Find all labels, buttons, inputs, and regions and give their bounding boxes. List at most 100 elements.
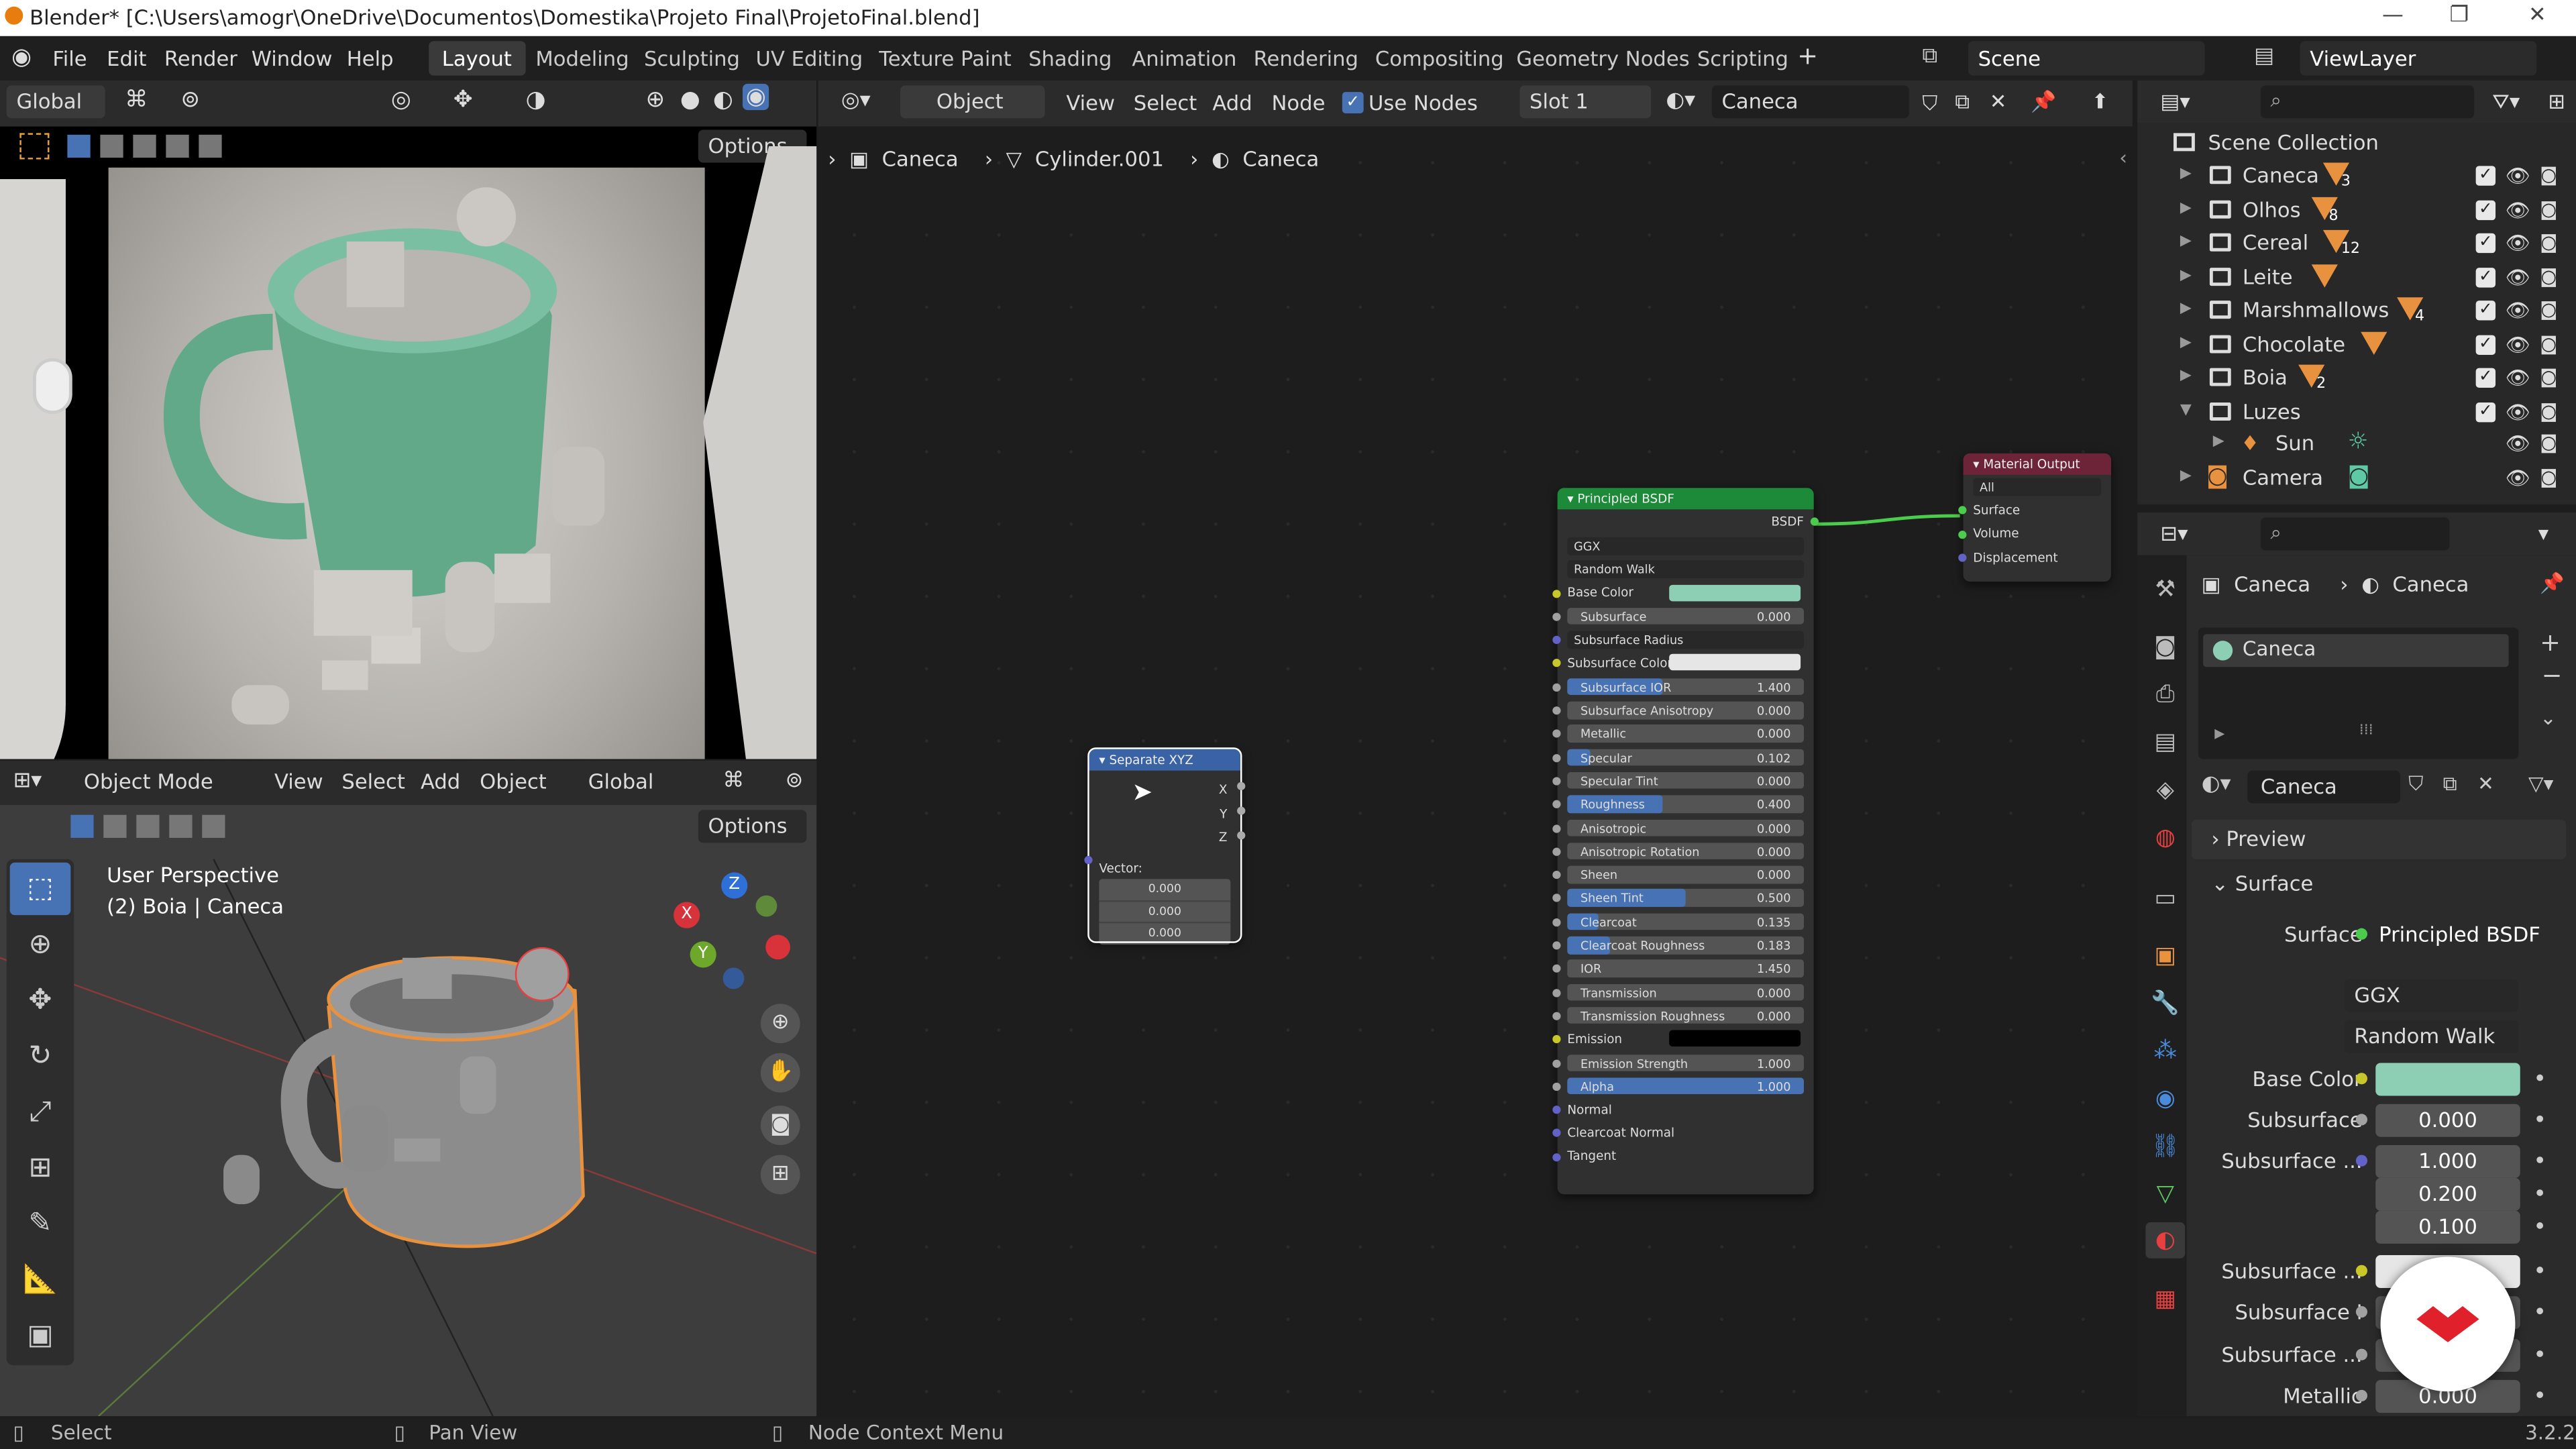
duplicate-material-icon[interactable]: ⧉ [2443, 772, 2457, 797]
editor-type-icon[interactable]: ◎▾ [841, 89, 871, 113]
expand-icon[interactable]: ▶ [2180, 166, 2192, 182]
overlay-icon[interactable]: ◑ [526, 87, 546, 113]
duplicate-material-icon[interactable]: ⧉ [1955, 89, 1970, 115]
socket-input[interactable] [1552, 706, 1561, 715]
value-slider[interactable]: Sheen Tint 0.500 [1567, 890, 1805, 907]
output-tab-icon[interactable]: ⎙ [2145, 677, 2185, 713]
render-viewport[interactable]: Global ⌘ ⊚ ◎ ✥ ◑ ⊕ ● ◐ ◉ Options [0, 80, 817, 759]
value-slider[interactable]: IOR 1.450 [1567, 960, 1805, 977]
base-color-swatch[interactable] [1669, 584, 1801, 601]
material-output-node[interactable]: ▾ Material Output All Surface Volume Dis… [1958, 453, 2111, 582]
visibility-eye-icon[interactable]: 👁 [2506, 432, 2530, 455]
outliner-row-boia[interactable]: ▶ Boia 2 ✓ 👁 ◙ [2137, 362, 2576, 395]
annotate-tool-icon[interactable]: ✎ [10, 1197, 71, 1250]
particles-tab-icon[interactable]: ⁂ [2145, 1033, 2185, 1069]
tab-rendering[interactable]: Rendering [1240, 41, 1372, 75]
properties-options-icon[interactable]: ▾ [2538, 521, 2548, 545]
physics-tab-icon[interactable]: ◉ [2145, 1081, 2185, 1117]
select-mode-subtract-icon[interactable] [133, 134, 156, 158]
select-box-tool-icon[interactable] [19, 133, 50, 160]
tab-uv-editing[interactable]: UV Editing [743, 41, 876, 75]
expand-icon[interactable]: ▶ [2213, 434, 2224, 450]
socket-input[interactable] [1552, 730, 1561, 739]
gizmo-neg-z[interactable] [722, 967, 745, 989]
socket-input[interactable] [1552, 988, 1561, 997]
value-slider[interactable]: Transmission 0.000 [1567, 983, 1805, 1001]
vector-x-field[interactable]: 0.000 [1099, 879, 1230, 900]
socket-input[interactable] [1552, 612, 1561, 621]
gizmo-z-axis[interactable]: Z [721, 872, 748, 899]
drag-handle-icon[interactable]: ⁞⁞⁞ [2359, 723, 2373, 739]
value-slider[interactable]: Subsurface IOR 1.400 [1567, 678, 1805, 696]
gizmo-neg-y[interactable] [755, 895, 777, 917]
minimize-icon[interactable]: — [2382, 3, 2404, 28]
exclude-checkbox[interactable]: ✓ [2475, 301, 2496, 321]
unlink-material-icon[interactable]: ✕ [1990, 89, 2007, 113]
select-mode-new-icon[interactable] [67, 134, 91, 158]
pin-icon[interactable]: 📌 [2540, 572, 2565, 594]
visibility-eye-icon[interactable]: 👁 [2506, 333, 2530, 356]
viewport-3d[interactable]: ⊞▾ Object Mode View Select Add Object Gl… [0, 760, 817, 1417]
socket-input[interactable] [1552, 683, 1561, 692]
socket-input[interactable] [1552, 847, 1561, 856]
socket-vector[interactable] [1084, 855, 1093, 865]
separate-xyz-node[interactable]: ▾ Separate XYZ X Y Z Vector: 0.000 0.000… [1084, 747, 1246, 945]
pan-hand-icon[interactable]: ✋ [760, 1053, 800, 1093]
proportional-icon[interactable]: ⊚ [180, 87, 200, 113]
value-slider[interactable]: Alpha 1.000 [1567, 1077, 1805, 1095]
exclude-checkbox[interactable]: ✓ [2475, 166, 2496, 186]
socket-input[interactable] [1552, 800, 1561, 809]
scale-tool-icon[interactable]: ⤢ [10, 1086, 71, 1138]
blender-menu-icon[interactable]: ◉ [11, 44, 32, 70]
render-camera-icon[interactable]: ◙ [2540, 400, 2557, 421]
expand-icon[interactable]: ▶ [2180, 334, 2192, 350]
socket-normal[interactable] [1552, 1106, 1561, 1114]
material-name-field[interactable]: Caneca [1711, 85, 1909, 119]
keyframe-dot-icon[interactable] [2536, 1189, 2544, 1196]
tab-animation[interactable]: Animation [1119, 41, 1250, 75]
expand-icon[interactable]: ▶ [2180, 200, 2192, 216]
material-datablock-field[interactable]: Caneca [2247, 770, 2400, 804]
world-tab-icon[interactable]: ◍ [2145, 820, 2185, 856]
principled-bsdf-header[interactable]: ▾ Principled BSDF [1557, 488, 1814, 510]
outliner-row-caneca[interactable]: ▶ Caneca 3 ✓ 👁 ◙ [2137, 160, 2576, 193]
outliner-row-luzes[interactable]: ▼ Luzes ✓ 👁 ◙ [2137, 395, 2576, 429]
socket-input[interactable] [1552, 918, 1561, 926]
render-camera-icon[interactable]: ◙ [2540, 198, 2557, 219]
value-slider[interactable]: Specular Tint 0.000 [1567, 771, 1805, 790]
emission-swatch[interactable] [1669, 1030, 1801, 1047]
visibility-eye-icon[interactable]: 👁 [2506, 231, 2530, 254]
tab-texture-paint[interactable]: Texture Paint [866, 41, 1025, 75]
socket-input[interactable] [1552, 1059, 1561, 1067]
value-slider[interactable]: Specular 0.102 [1567, 748, 1805, 766]
shading-material-icon[interactable]: ◐ [713, 87, 733, 113]
surface-shader-value[interactable]: Principled BSDF [2379, 922, 2540, 947]
scene-icon[interactable]: ⧉ [1922, 44, 1937, 69]
subsurface-method-dropdown[interactable]: Random Walk [1567, 560, 1805, 579]
select-tool-icon[interactable]: ⬚ [9, 862, 71, 916]
render-camera-icon[interactable]: ◙ [2540, 231, 2557, 253]
material-browse-icon[interactable]: ◐▾ [2202, 772, 2231, 797]
viewlayer-icon[interactable]: ▤ [2254, 44, 2274, 69]
separate-xyz-header[interactable]: ▾ Separate XYZ [1089, 749, 1240, 771]
render-camera-icon[interactable]: ◙ [2540, 366, 2557, 388]
value-slider[interactable]: Sheen 0.000 [1567, 866, 1805, 883]
exclude-checkbox[interactable]: ✓ [2475, 334, 2496, 354]
exclude-checkbox[interactable]: ✓ [2475, 401, 2496, 422]
shader-type-dropdown[interactable]: Object [900, 85, 1045, 119]
measure-tool-icon[interactable]: 📐 [10, 1254, 71, 1306]
outliner-row-olhos[interactable]: ▶ Olhos 8 ✓ 👁 ◙ [2137, 193, 2576, 227]
properties-search-field[interactable]: ⌕ [2260, 517, 2450, 551]
socket-subsurface-radius[interactable] [1552, 636, 1561, 645]
socket-input[interactable] [1552, 941, 1561, 950]
menu-view[interactable]: View [1066, 91, 1115, 115]
scene-tab-icon[interactable]: ◈ [2145, 772, 2185, 808]
value-slider[interactable]: Clearcoat Roughness 0.183 [1567, 936, 1805, 954]
snap-icon[interactable]: ⌘ [125, 87, 148, 113]
expand-icon[interactable]: ▶ [2180, 301, 2192, 317]
outliner-row-cereal[interactable]: ▶ Cereal 12 ✓ 👁 ◙ [2137, 227, 2576, 260]
shading-wireframe-icon[interactable]: ⊕ [645, 87, 665, 113]
add-workspace-icon[interactable]: + [1797, 41, 1818, 70]
rotate-tool-icon[interactable]: ↻ [10, 1030, 71, 1083]
socket-base-color[interactable] [1552, 589, 1561, 598]
